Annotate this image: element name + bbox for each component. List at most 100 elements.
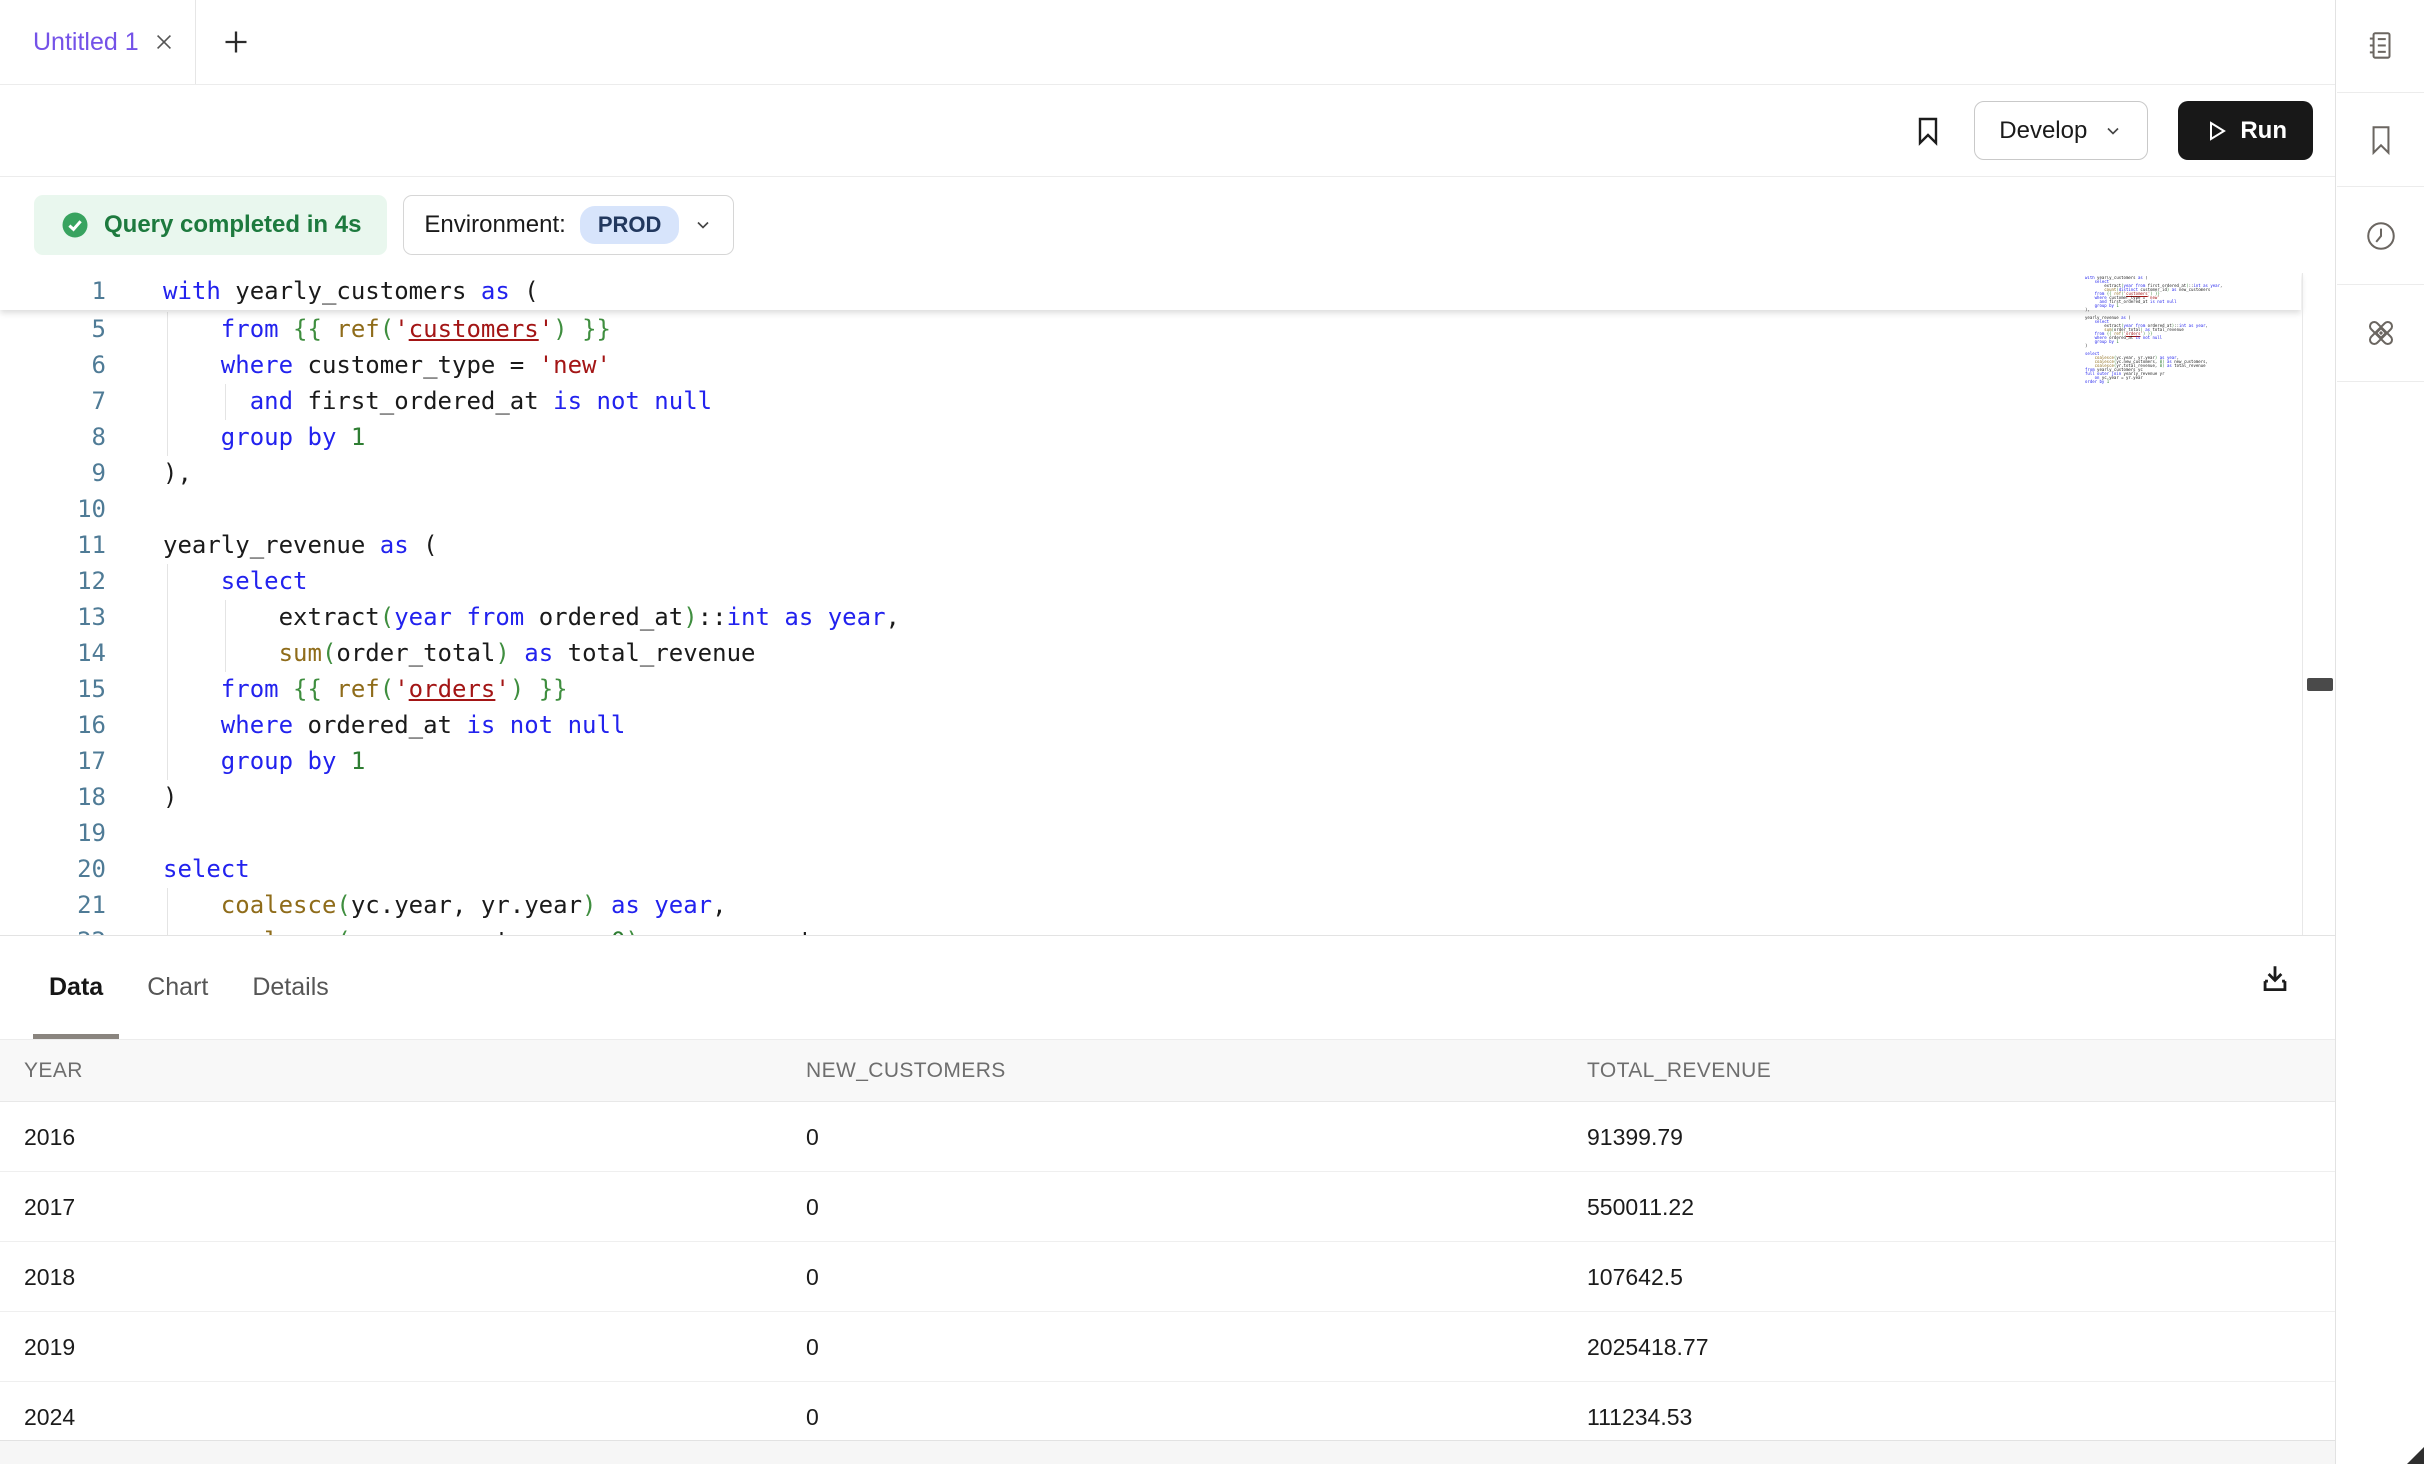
line-number: 9: [0, 455, 106, 491]
environment-selector[interactable]: Environment: PROD: [403, 195, 734, 255]
code-token: yc.year, yr.year: [351, 891, 582, 919]
run-button[interactable]: Run: [2178, 101, 2313, 160]
table-cell: 2025418.77: [1587, 1312, 1709, 1382]
code-line[interactable]: 1with yearly_customers as (: [0, 273, 2301, 309]
code-line[interactable]: 8 group by 1: [0, 419, 2301, 455]
code-line[interactable]: 14 sum(order_total) as total_revenue: [0, 635, 2301, 671]
code-line[interactable]: 12 select: [0, 563, 2301, 599]
results-tab-chart[interactable]: Chart: [147, 936, 208, 1039]
code-token: ),: [163, 459, 192, 487]
tab-untitled-1[interactable]: Untitled 1: [0, 0, 195, 84]
code-line[interactable]: 16 where ordered_at is not null: [0, 707, 2301, 743]
code-token: }}: [539, 675, 568, 703]
code-text: sum(order_total) as total_revenue: [106, 635, 755, 671]
right-sidebar: [2337, 0, 2424, 1464]
new-tab-button[interactable]: [196, 0, 250, 84]
code-text: group by 1: [106, 743, 365, 779]
code-token: group by: [221, 423, 337, 451]
code-line[interactable]: 11yearly_revenue as (: [0, 527, 2301, 563]
code-line[interactable]: 9),: [0, 455, 2301, 491]
table-cell: 107642.5: [1587, 1242, 1683, 1312]
code-token: 1: [351, 747, 365, 775]
line-number: 14: [0, 635, 106, 671]
sidebar-item-bookmarks[interactable]: [2337, 93, 2424, 187]
table-row: 20170550011.22: [0, 1172, 2335, 1242]
code-token: 'new': [539, 351, 611, 379]
code-editor[interactable]: 1with yearly_customers as ( 5 from {{ re…: [0, 273, 2335, 935]
code-token: [163, 315, 221, 343]
code-line[interactable]: 10: [0, 491, 2301, 527]
table-cell: 2016: [24, 1102, 75, 1172]
sidebar-item-explore[interactable]: [2337, 285, 2424, 382]
table-row: 20180107642.5: [0, 1242, 2335, 1312]
minimap-line: order by 1: [2085, 380, 2227, 384]
download-button[interactable]: [2258, 962, 2292, 999]
code-token: ': [495, 675, 509, 703]
code-token: [336, 423, 350, 451]
ref-link[interactable]: customers: [409, 315, 539, 343]
check-circle-icon: [60, 210, 90, 240]
code-token: year: [394, 603, 452, 631]
code-line[interactable]: 18): [0, 779, 2301, 815]
code-token: [452, 603, 466, 631]
download-icon: [2258, 962, 2292, 996]
code-line[interactable]: 6 where customer_type = 'new': [0, 347, 2301, 383]
code-line[interactable]: 20select: [0, 851, 2301, 887]
code-line[interactable]: 21 coalesce(yc.year, yr.year) as year,: [0, 887, 2301, 923]
code-text: where ordered_at is not null: [106, 707, 625, 743]
code-line[interactable]: 19: [0, 815, 2301, 851]
results-panel: DataChartDetails YEARNEW_CUSTOMERSTOTAL_…: [0, 935, 2335, 1464]
table-cell: 91399.79: [1587, 1102, 1683, 1172]
code-token: ': [539, 315, 553, 343]
code-token: ordered_at: [524, 603, 683, 631]
indent-guide: [167, 312, 168, 456]
code-token: [163, 711, 221, 739]
notebook-icon: [2364, 29, 2398, 63]
bookmark-icon[interactable]: [1912, 115, 1944, 147]
indent-guide: [225, 600, 226, 672]
close-icon[interactable]: [153, 31, 175, 53]
code-token: group by: [221, 747, 337, 775]
code-text: and first_ordered_at is not null: [106, 383, 712, 419]
results-tab-data[interactable]: Data: [49, 936, 103, 1039]
results-tab-details[interactable]: Details: [252, 936, 328, 1039]
code-token: order_total: [336, 639, 495, 667]
code-line[interactable]: 5 from {{ ref('customers') }}: [0, 311, 2301, 347]
code-token: [813, 603, 827, 631]
code-line[interactable]: 13 extract(year from ordered_at)::int as…: [0, 599, 2301, 635]
code-token: [640, 891, 654, 919]
code-token: ,: [712, 891, 726, 919]
code-token: ): [553, 315, 567, 343]
table-cell: 550011.22: [1587, 1172, 1694, 1242]
scrollbar-thumb[interactable]: [2307, 678, 2333, 691]
indent-guide: [167, 564, 168, 780]
line-number: 18: [0, 779, 106, 815]
code-line[interactable]: 7 and first_ordered_at is not null: [0, 383, 2301, 419]
code-token: (: [380, 675, 394, 703]
code-token: ref: [336, 675, 379, 703]
toolbar: Develop Run: [0, 85, 2335, 177]
code-line[interactable]: 15 from {{ ref('orders') }}: [0, 671, 2301, 707]
horizontal-scrollbar-track[interactable]: [0, 1440, 2335, 1464]
table-row: 20240111234.53: [0, 1382, 2335, 1440]
code-token: {{: [293, 675, 322, 703]
main-area: Untitled 1 Develop Run: [0, 0, 2336, 1464]
code-token: [163, 747, 221, 775]
code-token: 0: [611, 927, 625, 935]
code-text: where customer_type = 'new': [106, 347, 611, 383]
develop-button[interactable]: Develop: [1974, 101, 2148, 160]
minimap[interactable]: with yearly_customers as ( select extrac…: [2085, 276, 2227, 388]
code-token: ref: [336, 315, 379, 343]
ref-link[interactable]: orders: [409, 675, 496, 703]
code-line[interactable]: 17 group by 1: [0, 743, 2301, 779]
sidebar-item-notebook[interactable]: [2337, 0, 2424, 93]
sidebar-item-history[interactable]: [2337, 187, 2424, 285]
code-token: from: [466, 603, 524, 631]
sticky-code-line[interactable]: 1with yearly_customers as (: [0, 273, 2301, 310]
resize-handle[interactable]: [2407, 1447, 2424, 1464]
code-lines[interactable]: 5 from {{ ref('customers') }}6 where cus…: [0, 311, 2301, 935]
editor-scrollbar: [2302, 273, 2335, 935]
column-header: NEW_CUSTOMERS: [806, 1040, 1006, 1102]
code-token: [163, 567, 221, 595]
code-line[interactable]: 22 coalesce(yc.new_customers, 0) as new_…: [0, 923, 2301, 935]
